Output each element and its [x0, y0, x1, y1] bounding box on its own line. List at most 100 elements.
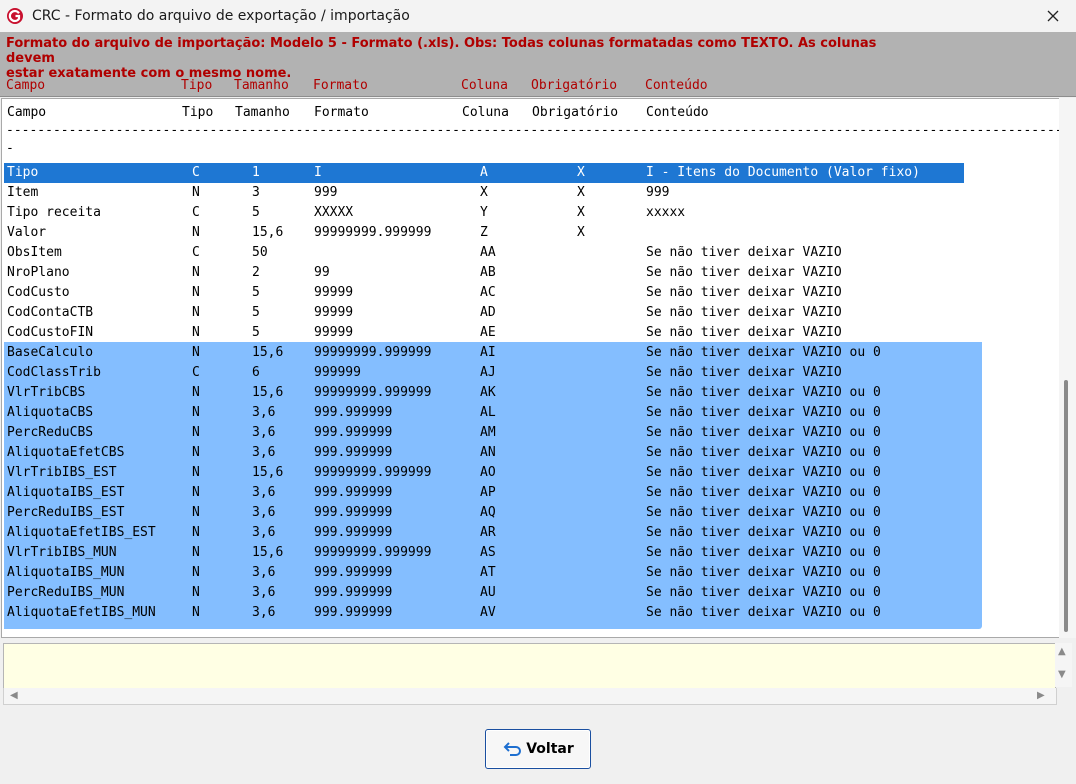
field-formato: 999.999999: [314, 485, 393, 500]
scroll-up-icon[interactable]: ▲: [1058, 646, 1066, 657]
field-conteudo: Se não tiver deixar VAZIO ou 0: [646, 485, 881, 500]
field-campo: VlrTribIBS_EST: [7, 465, 117, 480]
memo-horizontal-scrollbar[interactable]: ◀ ▶: [3, 688, 1057, 705]
field-tipo: N: [192, 605, 200, 620]
field-conteudo: Se não tiver deixar VAZIO ou 0: [646, 345, 881, 360]
field-tamanho: 15,6: [252, 385, 284, 400]
field-tamanho: 50: [252, 245, 268, 260]
field-tamanho: 15,6: [252, 465, 284, 480]
field-conteudo: Se não tiver deixar VAZIO ou 0: [646, 385, 881, 400]
memo-vertical-scrollbar[interactable]: ▲ ▼: [1055, 643, 1072, 687]
field-campo: AliquotaEfetCBS: [7, 445, 125, 460]
field-coluna: AJ: [480, 365, 496, 380]
field-tamanho: 15,6: [252, 545, 284, 560]
field-campo: Valor: [7, 225, 47, 240]
field-tipo: N: [192, 585, 200, 600]
field-campo: NroPlano: [7, 265, 70, 280]
field-tipo: N: [192, 405, 200, 420]
field-row: CodClassTrib C 6 999999 AJ Se não tiver deixa…: [2, 363, 1060, 383]
field-coluna: AQ: [480, 505, 496, 520]
field-tipo: N: [192, 385, 200, 400]
field-formato: I: [314, 165, 322, 180]
field-row: AliquotaIBS_EST N 3,6 999.999999 AP Se não ti…: [2, 483, 1060, 503]
field-tipo: N: [192, 185, 200, 200]
import-notice: Formato do arquivo de importação: Modelo…: [6, 36, 926, 81]
field-formato: 99999999.999999: [314, 225, 432, 240]
field-row: AliquotaCBS N 3,6 999.999999 AL Se não tiver …: [2, 403, 1060, 423]
field-coluna: AC: [480, 285, 496, 300]
text-col-formato: Formato: [314, 105, 369, 120]
field-campo: CodClassTrib: [7, 365, 101, 380]
field-campo: VlrTribCBS: [7, 385, 86, 400]
col-header-tipo: Tipo: [181, 78, 213, 93]
scroll-down-icon[interactable]: ▼: [1058, 669, 1066, 680]
field-formato: 99999999.999999: [314, 465, 432, 480]
close-icon: [1047, 10, 1059, 22]
field-tamanho: 3,6: [252, 445, 276, 460]
field-coluna: AP: [480, 485, 496, 500]
field-row: CodCusto N 5 99999 AC Se não tiver deixar VAZ…: [2, 283, 1060, 303]
field-coluna: AL: [480, 405, 496, 420]
field-coluna: AN: [480, 445, 496, 460]
field-row: PercReduIBS_EST N 3,6 999.999999 AQ Se não ti…: [2, 503, 1060, 523]
field-tamanho: 3,6: [252, 585, 276, 600]
vertical-scrollbar-thumb[interactable]: [1064, 380, 1068, 632]
field-row: Tipo receita C 5 XXXXX Y Xxxxxx: [2, 203, 1060, 223]
format-text-area[interactable]: Campo Tipo Tamanho Formato Coluna Obriga…: [1, 98, 1061, 638]
field-row: VlrTribIBS_EST N 15,6 99999999.999999 AO Se n…: [2, 463, 1060, 483]
text-col-tipo: Tipo: [182, 105, 214, 120]
title-bar: CRC - Formato do arquivo de exportação /…: [0, 0, 1076, 32]
field-campo: AliquotaEfetIBS_EST: [7, 525, 156, 540]
field-coluna: AT: [480, 565, 496, 580]
field-campo: CodContaCTB: [7, 305, 94, 320]
field-formato: 999999: [314, 365, 361, 380]
field-tipo: N: [192, 305, 200, 320]
field-coluna: X: [480, 185, 488, 200]
scroll-right-icon[interactable]: ▶: [1037, 690, 1045, 701]
field-tipo: N: [192, 485, 200, 500]
field-tipo: C: [192, 245, 200, 260]
field-row: Valor N 15,6 99999999.999999 Z X: [2, 223, 1060, 243]
field-tamanho: 3,6: [252, 505, 276, 520]
col-header-conteudo: Conteúdo: [645, 78, 708, 93]
field-formato: 99999: [314, 325, 354, 340]
field-campo: Item: [7, 185, 39, 200]
field-tamanho: 5: [252, 305, 260, 320]
field-row: NroPlano N 2 99 AB Se não tiver deixar VAZIO: [2, 263, 1060, 283]
field-conteudo: Se não tiver deixar VAZIO ou 0: [646, 425, 881, 440]
field-conteudo: Se não tiver deixar VAZIO: [646, 365, 842, 380]
text-col-campo: Campo: [7, 105, 47, 120]
voltar-button[interactable]: Voltar: [485, 729, 591, 769]
field-coluna: AV: [480, 605, 496, 620]
separator-tail: -: [6, 141, 14, 156]
field-coluna: AD: [480, 305, 496, 320]
separator-line: ----------------------------------------…: [6, 123, 1061, 138]
field-tamanho: 15,6: [252, 345, 284, 360]
field-tamanho: 3: [252, 185, 260, 200]
field-formato: 999.999999: [314, 605, 393, 620]
field-row: CodCustoFIN N 5 99999 AE Se não tiver deixar …: [2, 323, 1060, 343]
field-conteudo: Se não tiver deixar VAZIO ou 0: [646, 505, 881, 520]
field-formato: 99999999.999999: [314, 545, 432, 560]
field-formato: 999.999999: [314, 425, 393, 440]
field-formato: 999.999999: [314, 565, 393, 580]
close-button[interactable]: [1030, 0, 1076, 32]
field-tipo: N: [192, 545, 200, 560]
info-panel: Formato do arquivo de importação: Modelo…: [0, 32, 1076, 97]
col-header-tamanho: Tamanho: [234, 78, 289, 93]
field-campo: CodCustoFIN: [7, 325, 94, 340]
scroll-left-icon[interactable]: ◀: [10, 690, 18, 701]
field-conteudo: Se não tiver deixar VAZIO: [646, 305, 842, 320]
crc-logo-icon: [7, 8, 23, 24]
field-coluna: A: [480, 165, 488, 180]
col-header-campo: Campo: [6, 78, 46, 93]
field-row: BaseCalculo N 15,6 99999999.999999 AI Se não …: [2, 343, 1060, 363]
voltar-label: Voltar: [526, 741, 574, 757]
field-row: AliquotaEfetIBS_EST N 3,6 999.999999 AR Se nã…: [2, 523, 1060, 543]
memo-field[interactable]: [3, 643, 1056, 689]
field-tamanho: 3,6: [252, 565, 276, 580]
field-obrig: X: [577, 165, 585, 180]
field-coluna: AB: [480, 265, 496, 280]
field-campo: Tipo: [7, 165, 39, 180]
field-row: ObsItem C 50 AA Se não tiver deixar VAZIO: [2, 243, 1060, 263]
